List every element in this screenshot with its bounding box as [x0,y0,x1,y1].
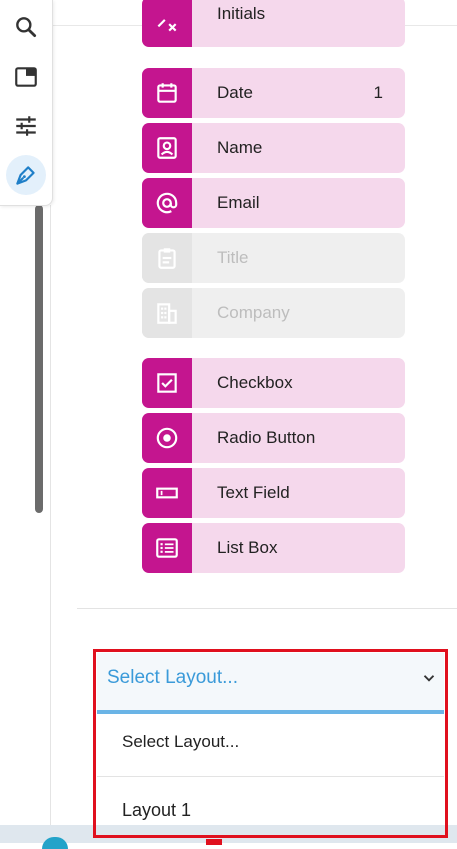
field-initials[interactable]: Initials [142,0,405,47]
app-icon[interactable] [42,837,68,849]
clipboard-icon [142,233,192,283]
field-date[interactable]: Date 1 [142,68,405,118]
calendar-icon [142,68,192,118]
left-toolbar [0,0,53,206]
initials-icon [142,0,192,47]
app-icon[interactable] [206,839,222,845]
field-label: Company [217,303,290,322]
radio-icon [142,413,192,463]
field-label: Email [217,193,260,212]
field-label: Title [217,248,249,267]
layout-options-list: Select Layout... Layout 1 [97,714,444,834]
divider [50,205,51,843]
search-button[interactable] [6,7,46,47]
field-label: Radio Button [217,428,316,447]
divider [77,608,457,609]
field-label: Date [217,83,253,102]
field-label: Initials [217,4,266,23]
layout-select-value: Select Layout... [107,667,238,688]
sign-tool-button[interactable] [6,155,46,195]
layout-option-label: Select Layout... [122,732,240,751]
field-label: Text Field [217,483,290,502]
field-email[interactable]: Email [142,178,405,228]
sliders-icon [16,116,36,136]
search-icon [16,17,37,38]
panel-icon [15,67,37,87]
field-title: Title [142,233,405,283]
layout-select[interactable]: Select Layout... [97,653,444,714]
at-sign-icon [142,178,192,228]
layout-option[interactable]: Select Layout... [97,714,444,774]
contact-card-icon [142,123,192,173]
field-company: Company [142,288,405,338]
pen-nib-icon [16,166,35,185]
taskbar-strip [0,825,457,849]
scrollbar[interactable] [35,205,43,513]
text-field-icon [142,468,192,518]
field-text-field[interactable]: Text Field [142,468,405,518]
field-name[interactable]: Name [142,123,405,173]
field-checkbox[interactable]: Checkbox [142,358,405,408]
panel-button[interactable] [6,57,46,97]
field-label: Name [217,138,263,157]
building-icon [142,288,192,338]
adjust-button[interactable] [6,106,46,146]
list-box-icon [142,523,192,573]
field-radio-button[interactable]: Radio Button [142,413,405,463]
field-count: 1 [373,83,383,102]
checkbox-icon [142,358,192,408]
field-label: List Box [217,538,278,557]
field-list-box[interactable]: List Box [142,523,405,573]
field-label: Checkbox [217,373,293,392]
chevron-down-icon [423,675,435,682]
